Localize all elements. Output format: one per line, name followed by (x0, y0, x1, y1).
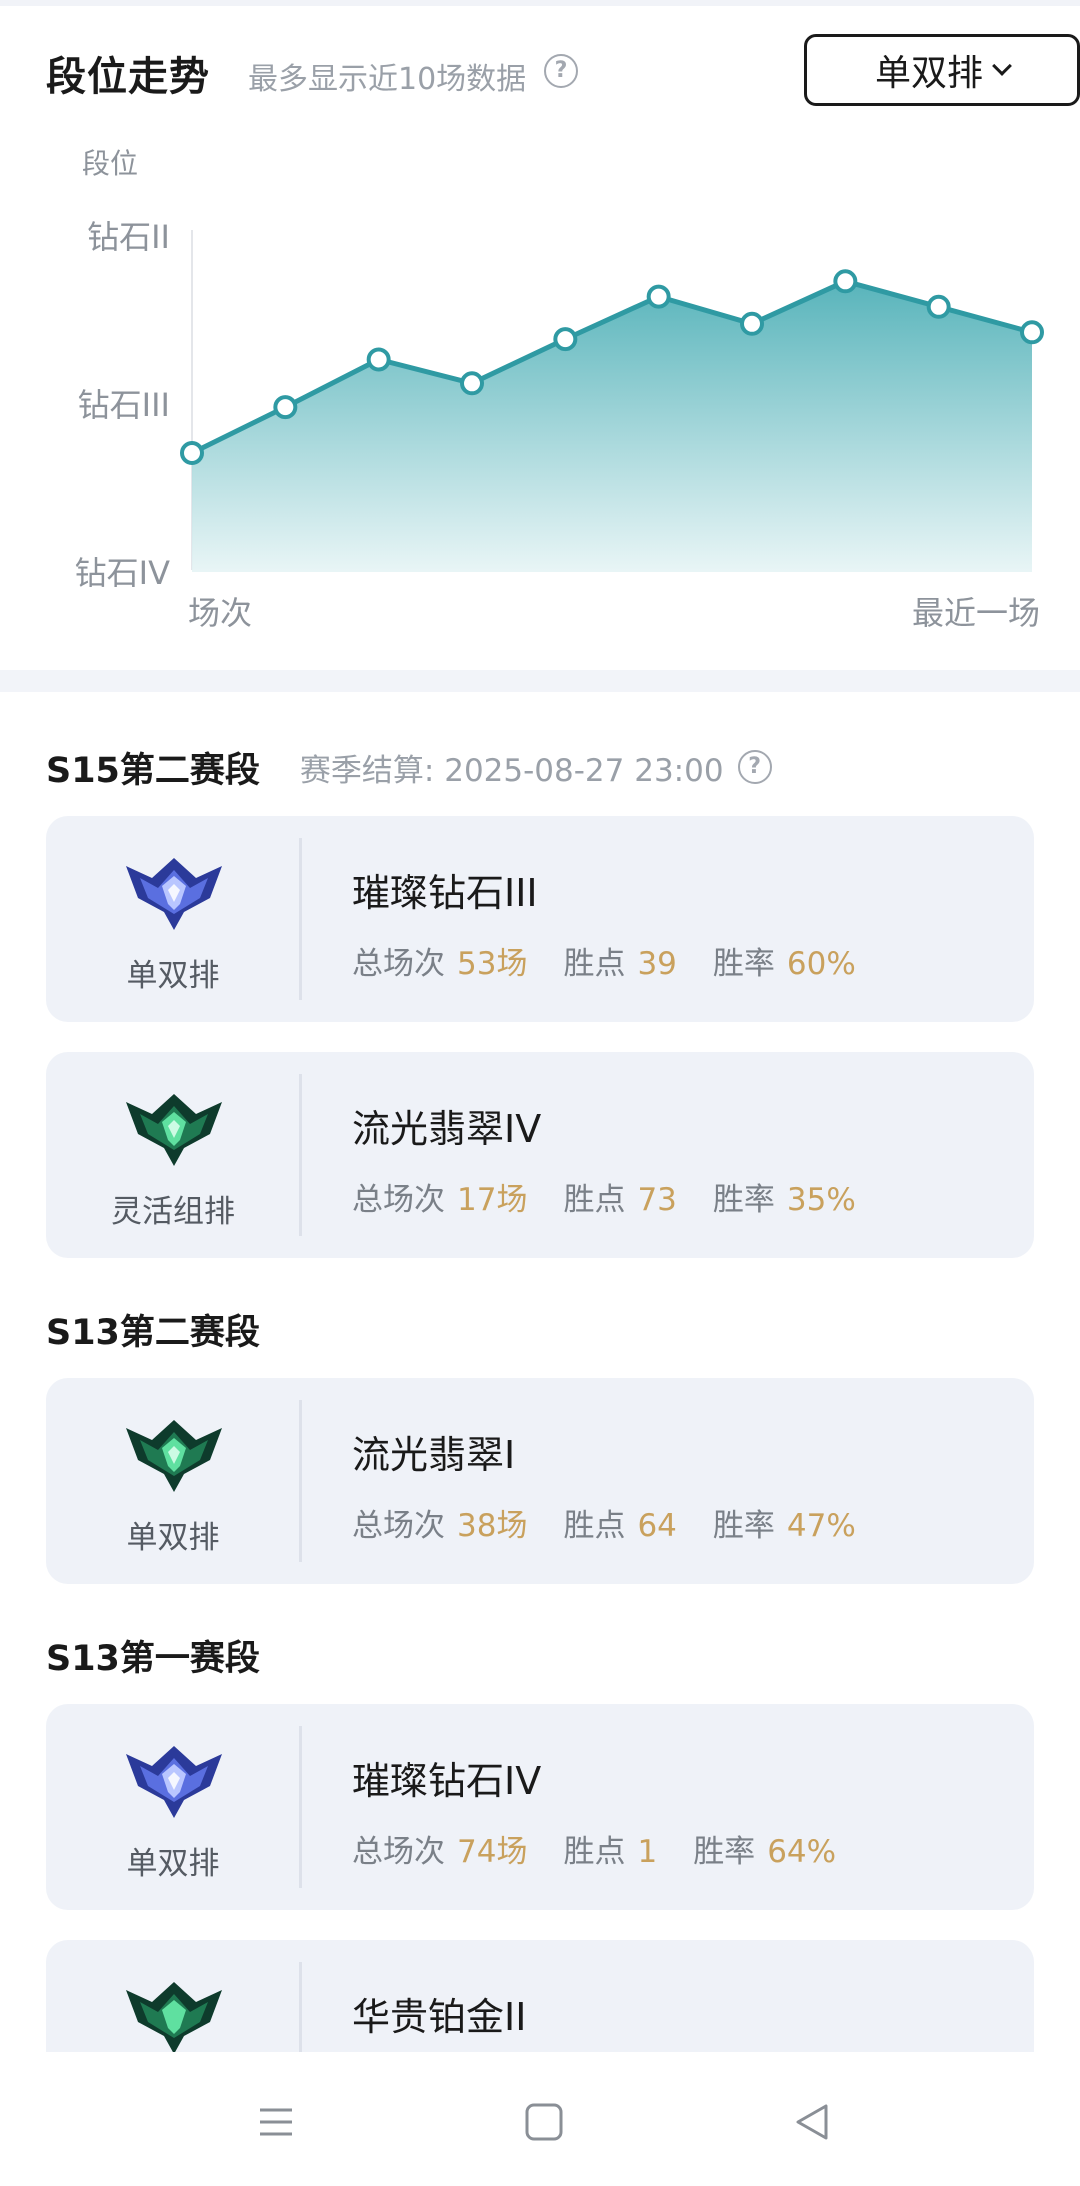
season-header: S13第二赛段 (46, 1304, 260, 1354)
season-header: S13第一赛段 (46, 1630, 260, 1680)
queue-type: 单双排 (126, 1846, 220, 1882)
rank-card-left: 单双排 (46, 816, 300, 1022)
rank-stats: 总场次 53场 胜点 39 胜率 60% (352, 938, 856, 983)
rank-name: 流光翡翠I (352, 1433, 516, 1477)
games-value: 53场 (457, 946, 528, 982)
rank-name: 华贵铂金II (352, 1995, 527, 2039)
winrate-label: 胜率 (712, 1508, 775, 1544)
rank-name: 流光翡翠IV (352, 1107, 542, 1151)
card-divider (299, 1074, 302, 1236)
card-divider (299, 838, 302, 1000)
data-point[interactable] (366, 347, 391, 372)
winrate-label: 胜率 (712, 1182, 775, 1218)
home-icon[interactable] (514, 2092, 574, 2152)
help-icon[interactable]: ? (544, 54, 578, 88)
data-point[interactable] (646, 284, 671, 309)
winrate-value: 64% (767, 1834, 837, 1870)
diamond-emblem-icon (126, 858, 222, 930)
points-value: 1 (637, 1834, 658, 1870)
games-label: 总场次 (352, 1834, 445, 1870)
back-icon[interactable] (782, 2092, 842, 2152)
queue-mode-value: 单双排 (874, 53, 983, 94)
card-divider (299, 1726, 302, 1888)
winrate-value: 60% (786, 946, 856, 982)
games-label: 总场次 (352, 1508, 445, 1544)
rank-history-page: 段位走势 最多显示近10场数据 ? 单双排 段位 钻石II 钻石III 钻石IV… (0, 0, 1080, 2186)
rank-card[interactable]: 单双排 璀璨钻石III 总场次 53场 胜点 39 胜率 60% (46, 816, 1034, 1022)
rank-stats: 总场次 74场 胜点 1 胜率 64% (352, 1826, 836, 1871)
data-point[interactable] (553, 327, 578, 352)
y-tick-label: 钻石IV (74, 554, 170, 592)
winrate-value: 47% (786, 1508, 856, 1544)
trend-header: 段位走势 最多显示近10场数据 ? 单双排 (46, 34, 1080, 106)
winrate-label: 胜率 (693, 1834, 756, 1870)
trend-title: 段位走势 (46, 54, 210, 100)
points-label: 胜点 (563, 946, 626, 982)
trend-subtitle: 最多显示近10场数据 (248, 62, 527, 97)
y-tick-label: 钻石II (87, 218, 170, 256)
rank-card-left: 单双排 (46, 1378, 300, 1584)
games-value: 17场 (457, 1182, 528, 1218)
season-title: S13第二赛段 (46, 1312, 260, 1353)
winrate-label: 胜率 (712, 946, 775, 982)
rank-name: 璀璨钻石IV (352, 1759, 542, 1803)
card-divider (299, 1400, 302, 1562)
season-title: S13第一赛段 (46, 1638, 260, 1679)
rank-card-left: 灵活组排 (46, 1052, 300, 1258)
data-point[interactable] (273, 395, 298, 420)
top-divider (0, 0, 1080, 6)
games-label: 总场次 (352, 1182, 445, 1218)
rank-card[interactable]: 灵活组排 流光翡翠IV 总场次 17场 胜点 73 胜率 35% (46, 1052, 1034, 1258)
points-label: 胜点 (563, 1182, 626, 1218)
queue-type: 单双排 (126, 958, 220, 994)
points-label: 胜点 (563, 1508, 626, 1544)
queue-type: 灵活组排 (111, 1194, 235, 1230)
data-point[interactable] (460, 371, 484, 396)
rank-stats: 总场次 17场 胜点 73 胜率 35% (352, 1174, 856, 1219)
rank-trend-chart: 段位 钻石II 钻石III 钻石IV 场次 最近一场 (0, 130, 1080, 650)
games-value: 38场 (457, 1508, 528, 1544)
season-title: S15第二赛段 (46, 750, 260, 791)
system-navigation-bar (0, 2070, 1080, 2170)
season-settlement-time: 赛季结算: 2025-08-27 23:00 (299, 752, 724, 789)
emerald-emblem-icon (126, 1094, 222, 1166)
menu-icon[interactable] (246, 2092, 306, 2152)
chart-y-label: 段位 (82, 147, 139, 180)
series-area (192, 281, 1032, 572)
data-point[interactable] (1020, 320, 1044, 345)
x-start-label: 场次 (188, 594, 253, 632)
winrate-value: 35% (786, 1182, 856, 1218)
emerald-emblem-icon (126, 1982, 222, 2054)
queue-type: 单双排 (126, 1520, 220, 1556)
help-icon[interactable]: ? (737, 750, 772, 784)
season-header: S15第二赛段 赛季结算: 2025-08-27 23:00 ? (46, 742, 772, 792)
queue-mode-dropdown[interactable]: 单双排 (804, 34, 1080, 106)
rank-card[interactable]: 单双排 流光翡翠I 总场次 38场 胜点 64 胜率 47% (46, 1378, 1034, 1584)
y-tick-label: 钻石III (77, 386, 170, 424)
data-point[interactable] (180, 441, 204, 465)
rank-card[interactable]: 单双排 璀璨钻石IV 总场次 74场 胜点 1 胜率 64% (46, 1704, 1034, 1910)
points-value: 39 (637, 946, 677, 982)
data-point[interactable] (740, 311, 764, 336)
rank-name: 璀璨钻石III (352, 871, 538, 915)
games-label: 总场次 (352, 946, 445, 982)
emerald-emblem-icon (126, 1420, 222, 1492)
points-value: 64 (637, 1508, 677, 1544)
games-value: 74场 (457, 1834, 528, 1870)
diamond-emblem-icon (126, 1746, 222, 1818)
rank-card-left: 单双排 (46, 1704, 300, 1910)
points-label: 胜点 (563, 1834, 626, 1870)
section-separator (0, 670, 1080, 692)
chevron-down-icon (992, 56, 1012, 76)
rank-stats: 总场次 38场 胜点 64 胜率 47% (352, 1500, 856, 1545)
data-point[interactable] (926, 294, 951, 319)
points-value: 73 (637, 1182, 677, 1218)
x-end-label: 最近一场 (911, 594, 1040, 632)
data-point[interactable] (833, 269, 858, 294)
